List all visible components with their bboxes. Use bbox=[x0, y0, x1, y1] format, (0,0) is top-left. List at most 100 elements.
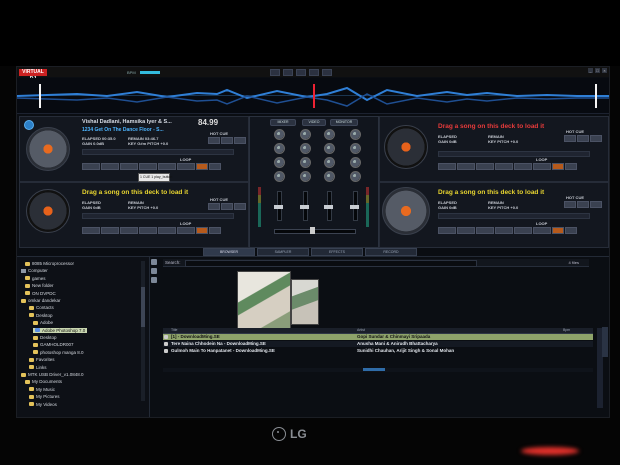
playlist-icon[interactable] bbox=[151, 268, 157, 274]
hot-cue-button[interactable] bbox=[208, 137, 220, 144]
high-eq-knob[interactable] bbox=[350, 143, 361, 154]
folder-tree-item[interactable]: Desktop bbox=[33, 335, 57, 340]
tab-browser[interactable]: BROWSER bbox=[203, 248, 255, 256]
mid-eq-knob[interactable] bbox=[300, 157, 311, 168]
loop-out-button[interactable] bbox=[177, 163, 195, 170]
column-bpm[interactable]: Bpm bbox=[563, 328, 570, 332]
folder-tree-item[interactable]: games bbox=[25, 276, 46, 281]
folder-tree-item[interactable]: photoshop manga 8.0 bbox=[33, 350, 84, 355]
jog-wheel[interactable] bbox=[26, 127, 70, 171]
loop-out-button[interactable] bbox=[533, 163, 551, 170]
loop-size-button[interactable] bbox=[552, 163, 564, 170]
sidelist-icon[interactable] bbox=[151, 277, 157, 283]
minimize-icon[interactable]: _ bbox=[588, 68, 593, 73]
tab-record[interactable]: RECORD bbox=[365, 248, 417, 256]
hot-cue-button[interactable] bbox=[234, 137, 246, 144]
stop-button[interactable] bbox=[476, 227, 494, 234]
video-tab[interactable]: VIDEO bbox=[302, 119, 326, 126]
pitch-waveform-strip[interactable] bbox=[82, 213, 234, 219]
hot-cue-button[interactable] bbox=[577, 135, 589, 142]
topbar-button[interactable] bbox=[308, 68, 319, 76]
gain-knob[interactable] bbox=[350, 129, 361, 140]
folder-tree-item[interactable]: Contacts bbox=[29, 305, 54, 310]
jog-wheel[interactable] bbox=[26, 189, 70, 233]
gain-knob[interactable] bbox=[324, 129, 335, 140]
folder-tree-item[interactable]: My Music bbox=[29, 387, 55, 392]
mid-eq-knob[interactable] bbox=[274, 157, 285, 168]
stop-button[interactable] bbox=[120, 163, 138, 170]
pitch-waveform-strip[interactable] bbox=[438, 213, 590, 219]
loop-in-button[interactable] bbox=[514, 163, 532, 170]
tab-sampler[interactable]: SAMPLER bbox=[257, 248, 309, 256]
loop-button[interactable] bbox=[209, 227, 221, 234]
loop-out-button[interactable] bbox=[533, 227, 551, 234]
folder-tree-scrollbar[interactable] bbox=[141, 261, 145, 401]
low-eq-knob[interactable] bbox=[274, 171, 285, 182]
folder-tree-item[interactable]: Computer bbox=[21, 268, 48, 273]
hot-cue-button[interactable] bbox=[234, 203, 246, 210]
mid-eq-knob[interactable] bbox=[324, 157, 335, 168]
high-eq-knob[interactable] bbox=[324, 143, 335, 154]
monitor-tab[interactable]: MONITOR bbox=[330, 119, 358, 126]
play-button[interactable] bbox=[457, 227, 475, 234]
folder-tree-item[interactable]: My Pictures bbox=[29, 394, 60, 399]
hot-cue-button[interactable] bbox=[577, 201, 589, 208]
channel-fader-handle[interactable] bbox=[300, 205, 309, 209]
sync-button[interactable] bbox=[139, 163, 157, 170]
gain-knob[interactable] bbox=[274, 129, 285, 140]
folder-tree-item[interactable]: MTK USB Driver_v1.0848.0 bbox=[21, 372, 84, 377]
folder-tree-item[interactable]: ON DVPDC bbox=[25, 291, 56, 296]
folder-tree-scroll-thumb[interactable] bbox=[141, 287, 145, 327]
low-eq-knob[interactable] bbox=[300, 171, 311, 182]
play-button[interactable] bbox=[457, 163, 475, 170]
mid-eq-knob[interactable] bbox=[350, 157, 361, 168]
folder-tree-item[interactable]: omkar dandekar bbox=[21, 298, 61, 303]
sync-button[interactable] bbox=[139, 227, 157, 234]
folder-tree-item[interactable]: New folder bbox=[25, 283, 54, 288]
column-artist[interactable]: Artist bbox=[357, 328, 365, 332]
close-icon[interactable]: × bbox=[602, 68, 607, 73]
hot-cue-button[interactable] bbox=[221, 137, 233, 144]
mixer-tab[interactable]: MIXER bbox=[270, 119, 296, 126]
crossfader-handle[interactable] bbox=[310, 227, 315, 234]
channel-fader-handle[interactable] bbox=[274, 205, 283, 209]
hot-cue-button[interactable] bbox=[590, 201, 602, 208]
play-button[interactable] bbox=[101, 227, 119, 234]
folder-tree-item[interactable]: Adobe bbox=[33, 320, 53, 325]
column-title[interactable]: Title bbox=[171, 328, 177, 332]
table-row[interactable]: Gulmoh Main To Hanpatanet - DownloadMing… bbox=[163, 348, 593, 354]
sidelist-tab[interactable] bbox=[602, 327, 608, 357]
album-cover[interactable] bbox=[237, 271, 291, 329]
album-cover[interactable] bbox=[291, 279, 319, 325]
high-eq-knob[interactable] bbox=[274, 143, 285, 154]
loop-button[interactable] bbox=[209, 163, 221, 170]
play-button[interactable] bbox=[101, 163, 119, 170]
cue-button[interactable] bbox=[82, 163, 100, 170]
loop-out-button[interactable] bbox=[177, 227, 195, 234]
folder-icon[interactable] bbox=[151, 259, 157, 265]
hot-cue-button[interactable] bbox=[221, 203, 233, 210]
folder-tree-item[interactable]: My Documents bbox=[25, 379, 62, 384]
stop-button[interactable] bbox=[476, 163, 494, 170]
hot-cue-button[interactable] bbox=[208, 203, 220, 210]
search-input[interactable] bbox=[185, 260, 477, 267]
folder-tree-item[interactable]: Desktop bbox=[29, 313, 53, 318]
channel-fader-handle[interactable] bbox=[350, 205, 359, 209]
cue-button[interactable] bbox=[438, 163, 456, 170]
folder-tree-item[interactable]: Favorites bbox=[29, 357, 55, 362]
waveform-overview[interactable] bbox=[17, 78, 609, 114]
browser-toggle-button[interactable] bbox=[363, 368, 385, 371]
tab-effects[interactable]: EFFECTS bbox=[311, 248, 363, 256]
crossfader-track[interactable] bbox=[274, 229, 356, 234]
folder-tree-item[interactable]: Links bbox=[29, 365, 47, 370]
folder-tree-item[interactable]: Adobe Photoshop 7.0 bbox=[33, 327, 88, 333]
loop-size-button[interactable] bbox=[196, 163, 208, 170]
loop-button[interactable] bbox=[565, 227, 577, 234]
topbar-button[interactable] bbox=[269, 68, 280, 76]
folder-tree-item[interactable]: 8085 Microprocessor bbox=[25, 261, 74, 266]
cue-button[interactable] bbox=[82, 227, 100, 234]
gain-knob[interactable] bbox=[300, 129, 311, 140]
folder-tree-item[interactable]: GAMHOLDR007 bbox=[33, 342, 74, 347]
loop-in-button[interactable] bbox=[158, 163, 176, 170]
jog-wheel[interactable] bbox=[384, 125, 428, 169]
